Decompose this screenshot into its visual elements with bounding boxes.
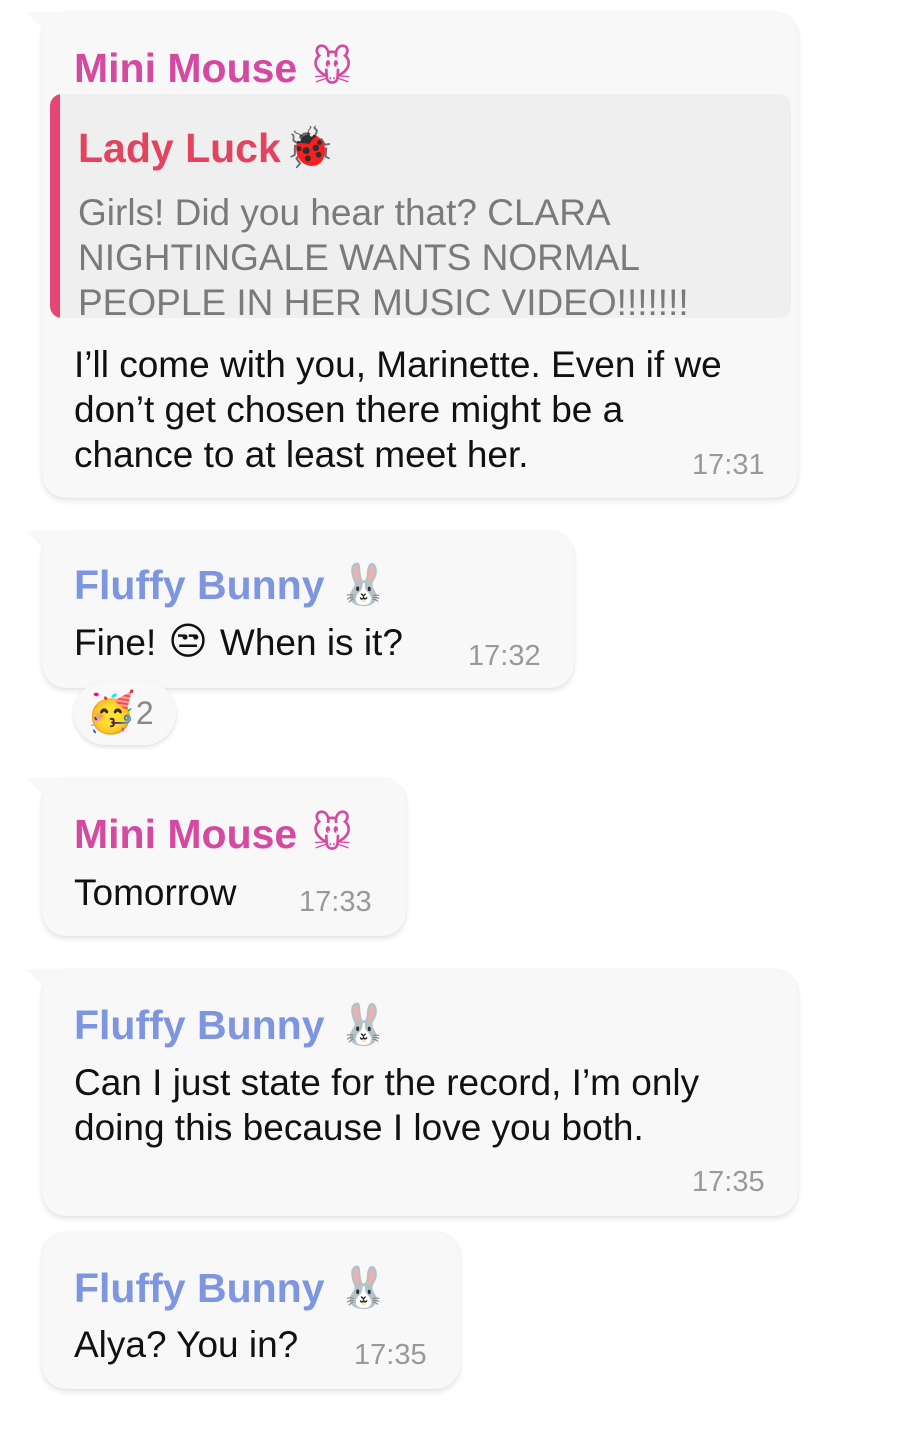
sender-name-text: Fluffy Bunny: [74, 1265, 325, 1311]
message-text: Alya? You in?: [74, 1324, 299, 1365]
message-bubble[interactable]: Fluffy Bunny 🐰 Can I just state for the …: [26, 969, 798, 1216]
message-text: Can I just state for the record, I’m onl…: [74, 1062, 700, 1148]
message-timestamp: 17:32: [468, 640, 541, 672]
reply-sender-name: Lady Luck 🐞: [78, 124, 335, 172]
mouse-face-icon: 🐭: [311, 46, 353, 90]
message-bubble[interactable]: Mini Mouse 🐭 Tomorrow 17:33: [26, 778, 406, 936]
message-text-start: Fine!: [74, 622, 157, 663]
message-text: Tomorrow: [74, 872, 237, 913]
sender-name[interactable]: Mini Mouse 🐭: [74, 44, 353, 92]
message-timestamp: 17:33: [299, 886, 372, 918]
unamused-face-icon: 😒: [168, 621, 208, 663]
rabbit-face-icon: 🐰: [338, 563, 389, 607]
sender-name-text: Fluffy Bunny: [74, 562, 325, 608]
reply-quote-bar: [50, 94, 60, 318]
message-timestamp: 17:35: [354, 1339, 427, 1371]
bubble-tail: [26, 778, 66, 818]
bubble-tail: [26, 12, 66, 52]
message-bubble[interactable]: Fluffy Bunny 🐰 Fine! 😒 When is it? 17:32: [26, 531, 574, 688]
reply-quote-text: Girls! Did you hear that? CLARA NIGHTING…: [78, 192, 689, 318]
sender-name[interactable]: Fluffy Bunny 🐰: [74, 561, 388, 609]
sender-name-text: Mini Mouse: [74, 811, 298, 857]
reply-quote[interactable]: Lady Luck 🐞 Girls! Did you hear that? CL…: [50, 94, 791, 318]
rabbit-face-icon: 🐰: [338, 1266, 389, 1310]
message-timestamp: 17:35: [692, 1166, 765, 1198]
reply-sender-name-text: Lady Luck: [78, 125, 281, 171]
message-text: I’ll come with you, Marinette. Even if w…: [74, 344, 722, 475]
sender-name[interactable]: Fluffy Bunny 🐰: [74, 1264, 388, 1312]
bubble-tail: [26, 531, 66, 571]
message-timestamp: 17:31: [692, 449, 765, 481]
rabbit-face-icon: 🐰: [338, 1003, 389, 1047]
lady-beetle-icon: 🐞: [284, 126, 335, 170]
message-text-end: When is it?: [219, 622, 403, 663]
partying-face-icon: 🥳: [86, 691, 136, 735]
sender-name[interactable]: Fluffy Bunny 🐰: [74, 1001, 388, 1049]
reaction-chip[interactable]: 🥳 2: [74, 681, 176, 745]
sender-name[interactable]: Mini Mouse 🐭: [74, 810, 353, 858]
bubble-tail: [26, 969, 66, 1009]
reaction-count: 2: [135, 694, 154, 731]
message-bubble[interactable]: Fluffy Bunny 🐰 Alya? You in? 17:35: [42, 1232, 460, 1389]
sender-name-text: Fluffy Bunny: [74, 1002, 325, 1048]
message-bubble[interactable]: Mini Mouse 🐭 Lady Luck 🐞 Girls! Did you …: [26, 12, 798, 498]
message-text: Fine! 😒 When is it?: [74, 620, 403, 665]
sender-name-text: Mini Mouse: [74, 45, 298, 91]
mouse-face-icon: 🐭: [311, 812, 353, 856]
